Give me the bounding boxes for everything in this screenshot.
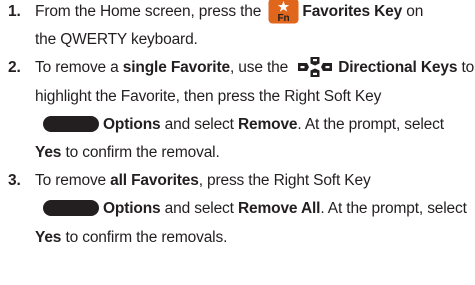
step-2-line-4: Yes to confirm the removal. bbox=[35, 144, 220, 162]
right-soft-key-icon bbox=[43, 115, 99, 132]
svg-text:Fn: Fn bbox=[278, 13, 290, 24]
step-1: 1. From the Home screen, press the Fn Fa… bbox=[0, 0, 475, 54]
directional-keys-icon bbox=[295, 56, 335, 78]
favorites-fn-key-icon: Fn bbox=[268, 0, 299, 24]
step-2-line-3: Options and select Remove. At the prompt… bbox=[35, 111, 475, 139]
steps-list: 1. From the Home screen, press the Fn Fa… bbox=[0, 0, 475, 254]
right-soft-key-icon bbox=[43, 200, 99, 217]
step-2: 2. To remove a single Favorite, use the … bbox=[0, 54, 475, 167]
step-2-line-1: To remove a single Favorite, use the Dir… bbox=[35, 54, 475, 82]
step-number: 2. bbox=[8, 59, 21, 77]
step-number: 1. bbox=[8, 3, 21, 20]
step-1-line-1: From the Home screen, press the Fn Favor… bbox=[35, 0, 475, 26]
step-3-line-3: Yes to confirm the removals. bbox=[35, 228, 228, 246]
step-3: 3. To remove all Favorites, press the Ri… bbox=[0, 167, 475, 252]
step-3-line-1: To remove all Favorites, press the Right… bbox=[35, 172, 371, 190]
step-1-line-2: the QWERTY keyboard. bbox=[35, 31, 198, 49]
instruction-page: 1. From the Home screen, press the Fn Fa… bbox=[0, 0, 475, 285]
step-3-line-2: Options and select Remove All. At the pr… bbox=[35, 195, 475, 223]
step-2-line-2: highlight the Favorite, then press the R… bbox=[35, 87, 382, 105]
step-number: 3. bbox=[8, 172, 21, 190]
